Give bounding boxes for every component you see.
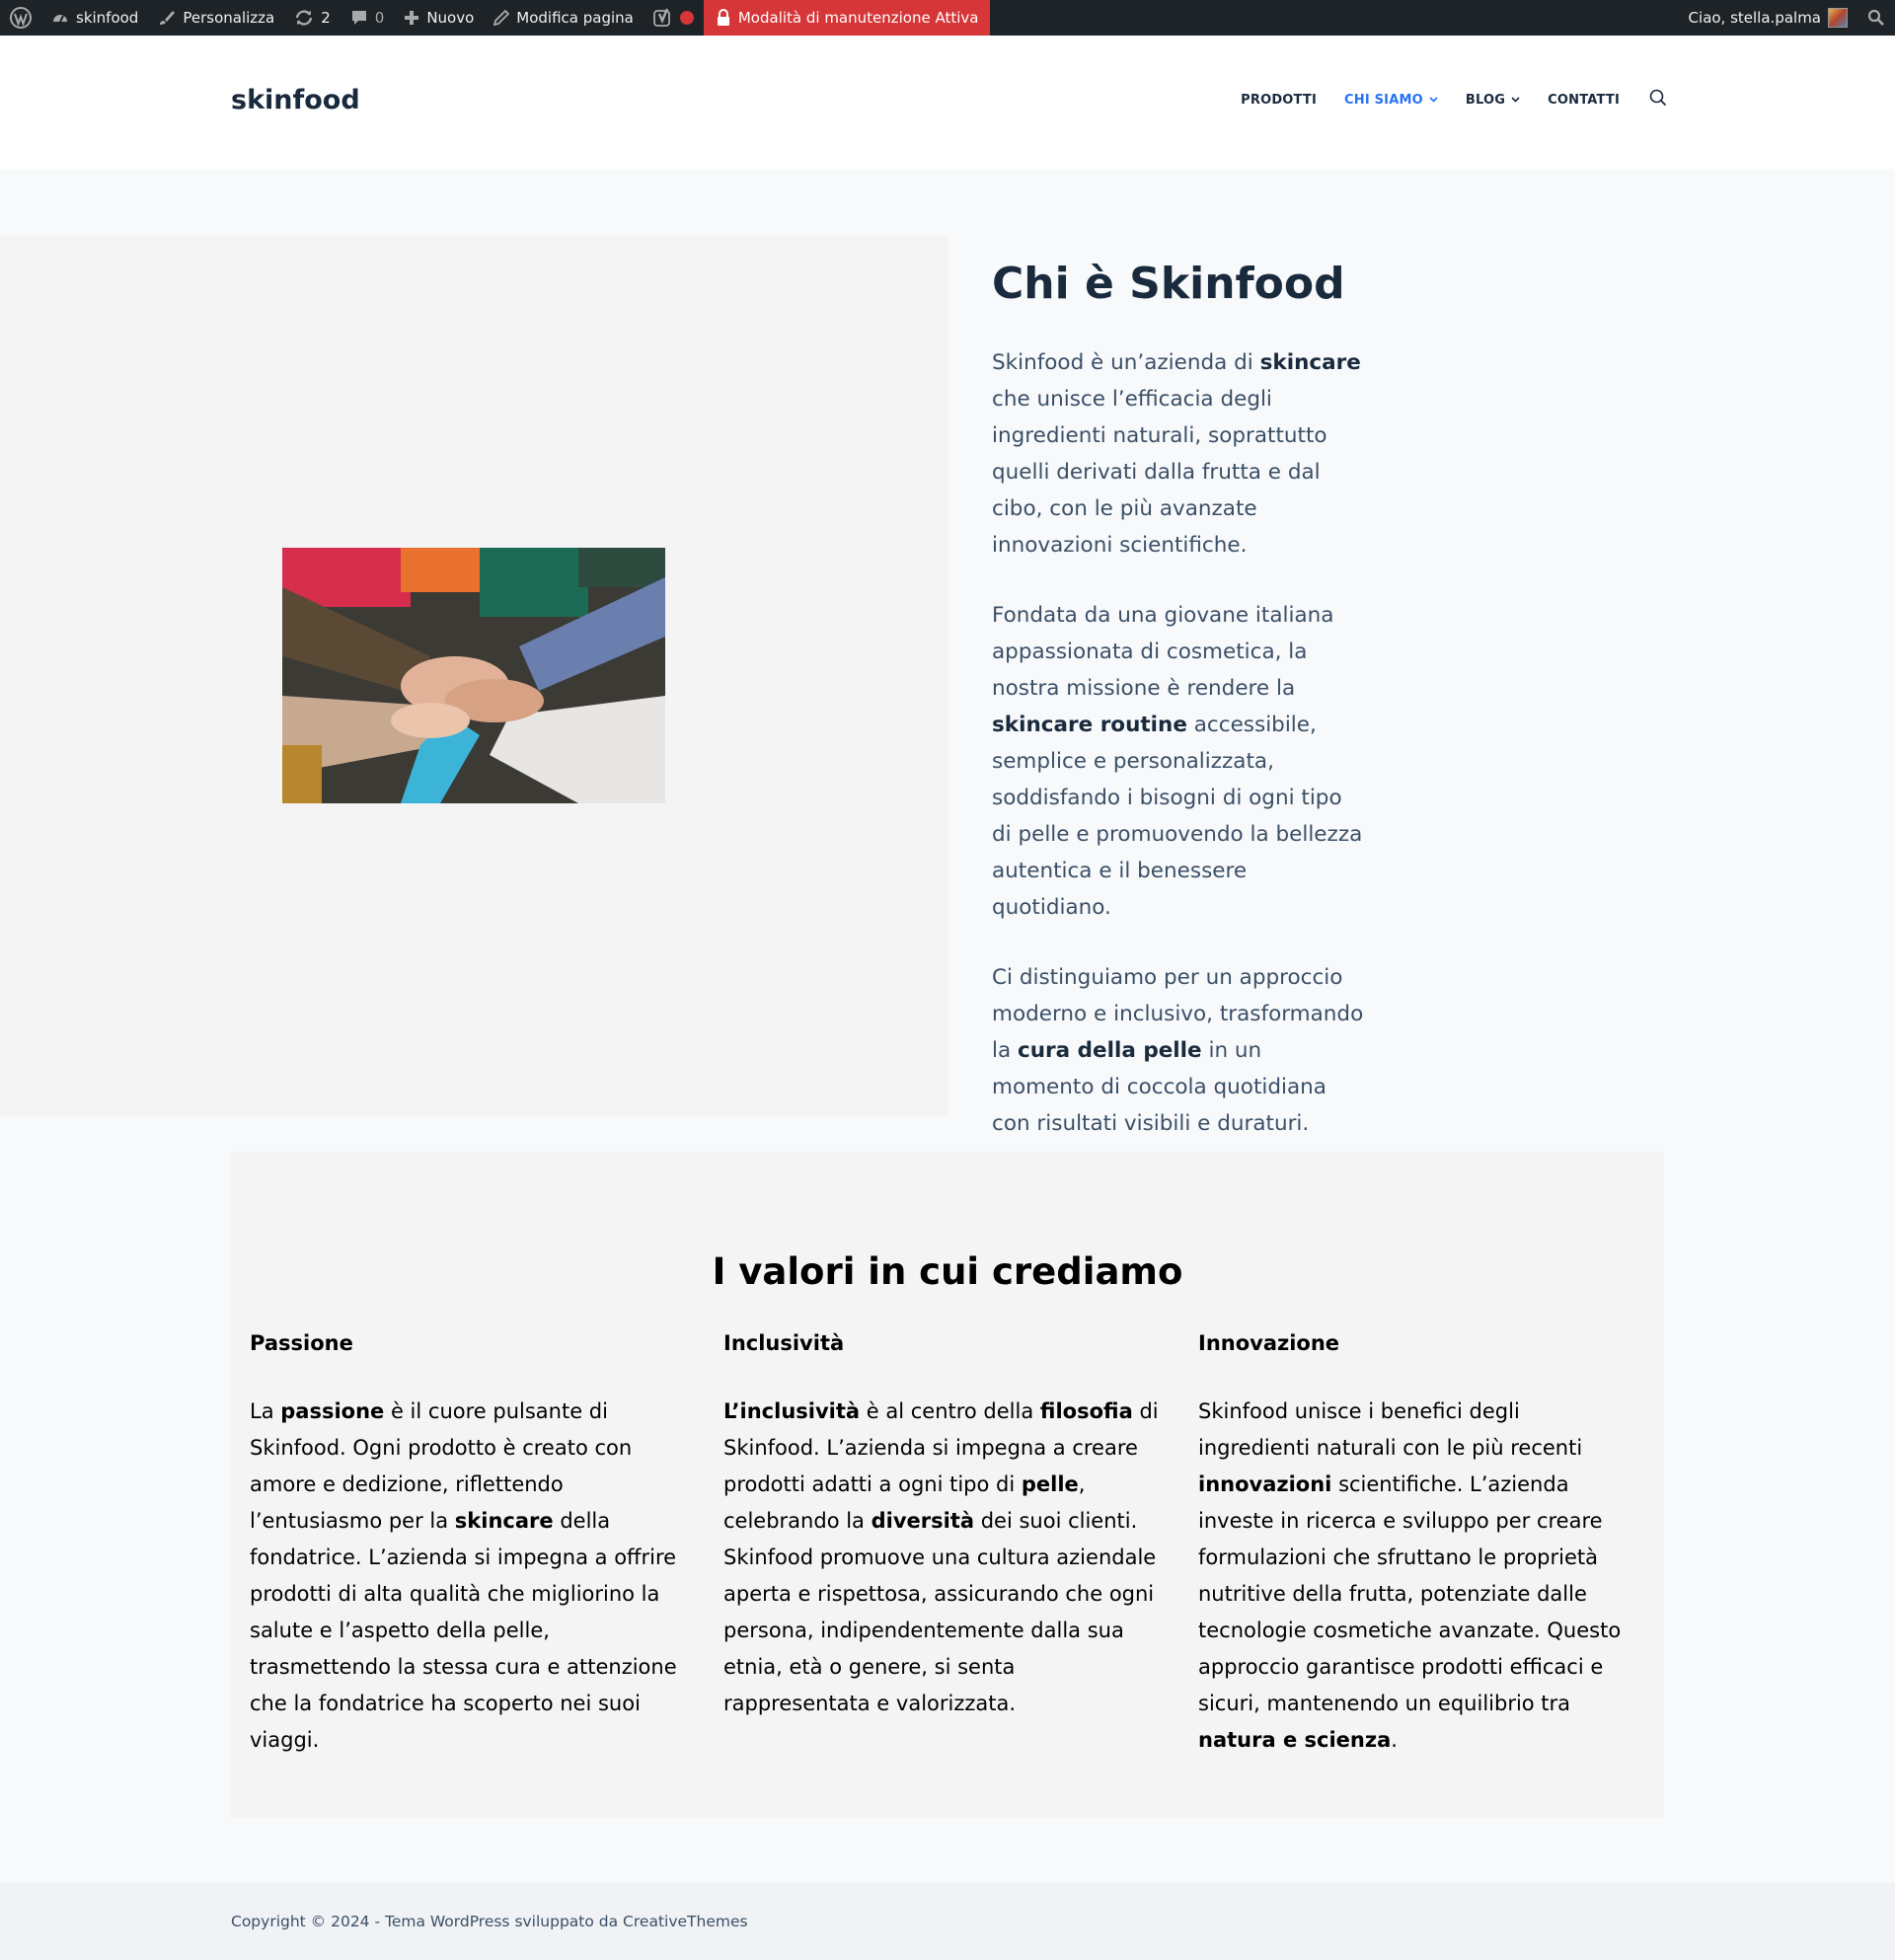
values-title: I valori in cui crediamo [712, 1250, 1183, 1293]
site-name-link[interactable]: skinfood [41, 0, 148, 36]
maintenance-mode-link[interactable]: Modalità di manutenzione Attiva [703, 0, 991, 36]
edit-page-label: Modifica pagina [516, 9, 634, 27]
site-header: skinfood PRODOTTI CHI SIAMO BLOG CONTATT… [0, 36, 1895, 169]
dashboard-icon [53, 15, 67, 23]
admin-search-button[interactable] [1857, 0, 1895, 36]
customize-label: Personalizza [183, 9, 275, 27]
new-content-link[interactable]: Nuovo [394, 0, 484, 36]
customize-link[interactable]: Personalizza [148, 0, 284, 36]
plus-icon [405, 11, 419, 25]
header-search-button[interactable] [1649, 89, 1667, 111]
seo-status-dot [679, 11, 694, 25]
lock-icon [717, 9, 729, 26]
brush-icon [160, 11, 176, 25]
values-section: I valori in cui crediamo Passione La pas… [231, 1152, 1664, 1818]
main-navigation: PRODOTTI CHI SIAMO BLOG CONTATTI [1241, 89, 1667, 111]
nav-item-blog[interactable]: BLOG [1466, 93, 1520, 108]
yoast-seo-link[interactable] [644, 0, 704, 36]
team-hands-image [282, 548, 665, 803]
copyright-text: Copyright © 2024 - Tema WordPress svilup… [231, 1913, 748, 1930]
comments-count: 0 [374, 9, 385, 27]
comment-icon [351, 11, 366, 25]
new-label: Nuovo [426, 9, 475, 27]
chevron-down-icon [1511, 97, 1520, 103]
value-column-passion: Passione La passione è il cuore pulsante… [250, 1329, 689, 1759]
chevron-down-icon [1429, 97, 1438, 103]
site-name-label: skinfood [76, 9, 139, 27]
page-title: Chi è Skinfood [992, 259, 1345, 309]
value-text: Skinfood unisce i benefici degli ingredi… [1198, 1399, 1622, 1753]
about-paragraph-3: Ci distinguiamo per un approccio moderno… [992, 964, 1364, 1136]
nav-item-label: BLOG [1465, 92, 1506, 108]
value-column-inclusivity: Inclusività L’inclusività è al centro de… [723, 1329, 1163, 1722]
edit-page-link[interactable]: Modifica pagina [484, 0, 644, 36]
nav-item-label: PRODOTTI [1241, 92, 1318, 108]
value-heading: Passione [250, 1331, 353, 1355]
site-footer: Copyright © 2024 - Tema WordPress svilup… [0, 1883, 1895, 1960]
avatar [1828, 8, 1848, 28]
comments-link[interactable]: 0 [341, 0, 395, 36]
search-icon [1867, 9, 1884, 26]
hero-image-panel [0, 237, 948, 1116]
value-column-innovation: Innovazione Skinfood unisce i benefici d… [1198, 1329, 1637, 1759]
maintenance-label: Modalità di manutenzione Attiva [737, 9, 979, 27]
updates-link[interactable]: 2 [284, 0, 341, 36]
nav-item-contacts[interactable]: CONTATTI [1548, 93, 1620, 108]
updates-count: 2 [321, 9, 331, 27]
value-heading: Inclusività [723, 1331, 845, 1355]
wordpress-logo-icon[interactable] [0, 0, 41, 36]
nav-item-products[interactable]: PRODOTTI [1241, 93, 1317, 108]
value-heading: Innovazione [1198, 1331, 1340, 1355]
nav-item-label: CHI SIAMO [1344, 92, 1423, 108]
about-paragraph-1: Skinfood è un’azienda di skincare che un… [992, 349, 1361, 558]
updates-icon [296, 10, 313, 26]
user-greeting: Ciao, stella.palma [1688, 9, 1821, 27]
about-paragraph-2: Fondata da una giovane italiana appassio… [992, 602, 1363, 920]
user-account-link[interactable]: Ciao, stella.palma [1679, 0, 1857, 36]
value-text: La passione è il cuore pulsante di Skinf… [250, 1399, 677, 1753]
nav-item-about[interactable]: CHI SIAMO [1344, 93, 1438, 108]
about-text-section: Chi è Skinfood Skinfood è un’azienda di … [992, 259, 1367, 1175]
admin-bar: skinfood Personalizza 2 0 Nuovo Modifica… [0, 0, 1895, 36]
value-text: L’inclusività è al centro della filosofi… [723, 1399, 1159, 1716]
yoast-icon [652, 8, 670, 27]
search-icon [1649, 89, 1667, 107]
site-logo[interactable]: skinfood [231, 85, 360, 115]
pencil-icon [493, 10, 510, 26]
nav-item-label: CONTATTI [1548, 92, 1620, 108]
